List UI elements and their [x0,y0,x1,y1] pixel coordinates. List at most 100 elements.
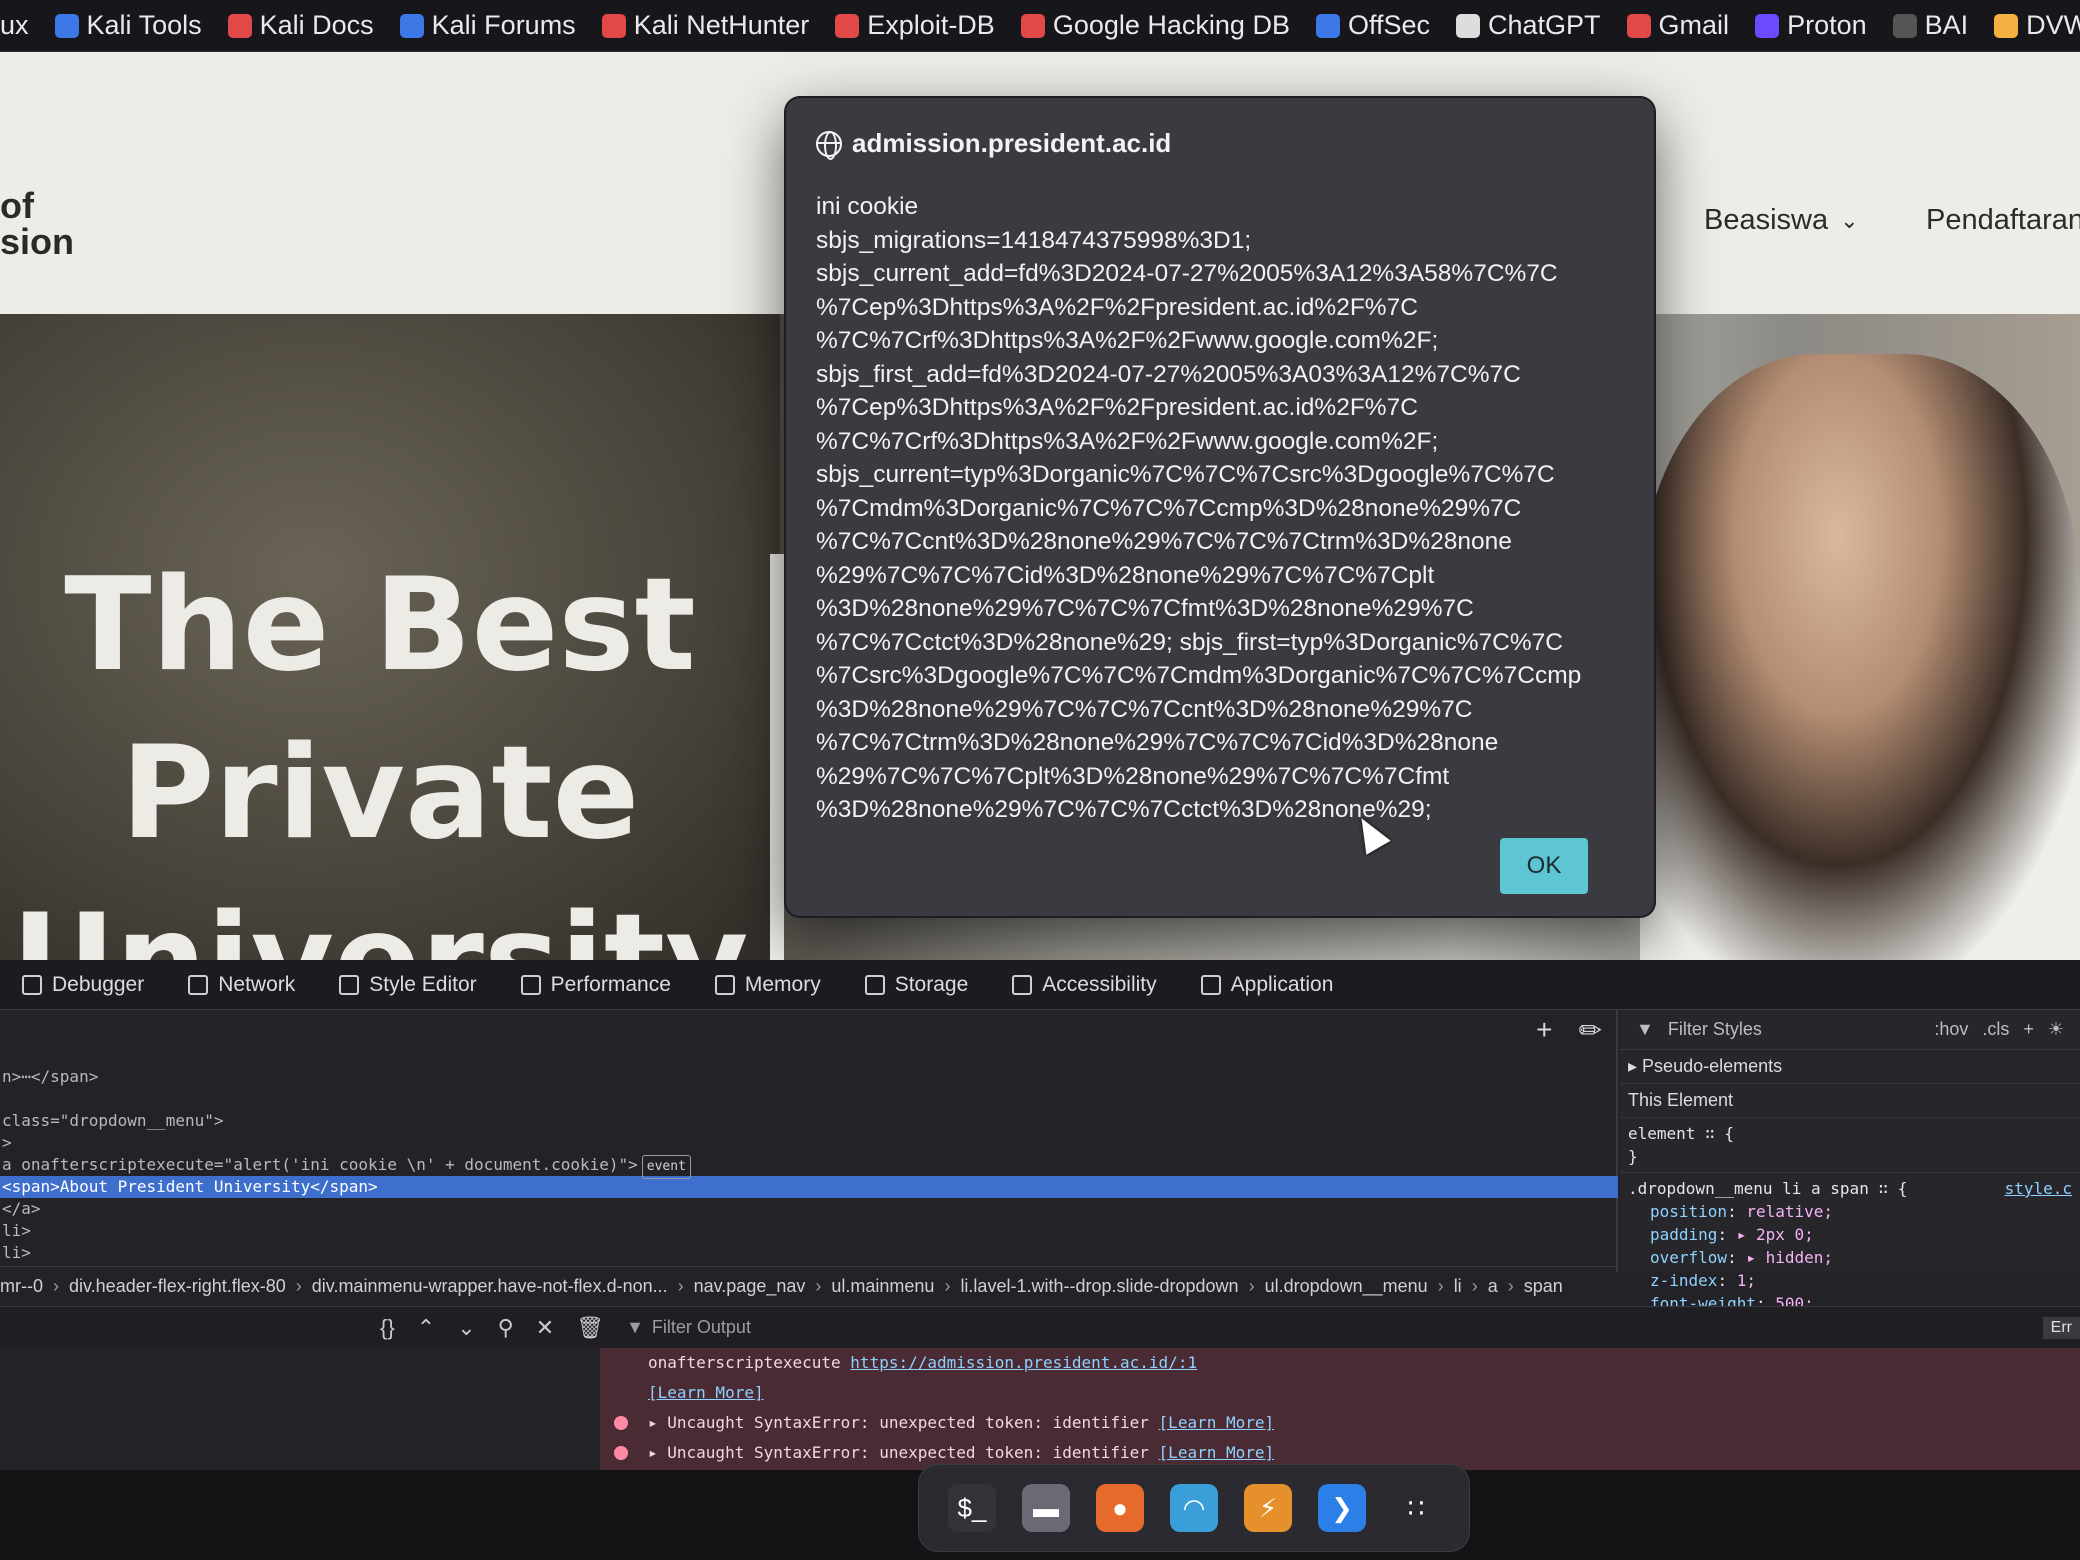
stylesheet-link[interactable]: style.c [2005,1177,2072,1200]
nav-beasiswa[interactable]: Beasiswa ⌄ [1704,204,1859,237]
bookmark-item[interactable]: Google Hacking DB [1008,0,1303,51]
firefox-icon[interactable]: ● [1096,1484,1144,1532]
pseudo-elements-toggle[interactable]: ▸ Pseudo-elements [1620,1050,2080,1084]
css-declaration[interactable]: padding: ▸ 2px 0; [1628,1223,2072,1246]
breadcrumb-item[interactable]: div.mainmenu-wrapper.have-not-flex.d-non… [312,1276,668,1297]
console-filter-input[interactable]: Filter Output [652,1317,751,1338]
bookmark-item[interactable]: Exploit-DB [822,0,1008,51]
markup-line[interactable]: n>⋯</span> [0,1066,1618,1088]
nav-pendaftaran[interactable]: Pendaftaran [1926,204,2080,237]
files-icon[interactable]: ▬ [1022,1484,1070,1532]
site-logo-text[interactable]: of sion [0,188,74,260]
bookmark-item[interactable]: BAI [1880,0,1982,51]
nav-pendaftaran-label: Pendaftaran [1926,204,2080,236]
css-declaration[interactable]: overflow: ▸ hidden; [1628,1246,2072,1269]
add-node-icon[interactable]: + [1536,1014,1552,1046]
tab-network[interactable]: Network [166,960,317,1010]
filter-styles-input[interactable]: Filter Styles [1668,1019,1762,1040]
tab-performance[interactable]: Performance [499,960,693,1010]
errors-filter-button[interactable]: Err [2042,1317,2080,1339]
terminal-icon[interactable]: $_ [948,1484,996,1532]
eyedropper-icon[interactable]: ✏ [1579,1014,1602,1047]
dialog-message-line: %7C%7Ctrm%3D%28none%29%7C%7C%7Cid%3D%28n… [816,729,1499,756]
bookmark-item[interactable]: OffSec [1303,0,1443,51]
tab-label: Performance [550,972,671,996]
console-filter[interactable]: ▼ Filter Output [626,1317,751,1338]
console-message: [Learn More] [600,1378,2080,1408]
css-value: relative; [1746,1202,1834,1221]
breadcrumb-item[interactable]: nav.page_nav [694,1276,806,1297]
breadcrumb-separator-icon: › [1507,1276,1514,1296]
vscode-icon[interactable]: ❯ [1318,1484,1366,1532]
tab-storage[interactable]: Storage [843,960,991,1010]
markup-line[interactable]: li> [0,1242,1618,1264]
markup-line-text: > [2,1133,12,1152]
breadcrumb-separator-icon: › [1248,1276,1255,1296]
ok-button[interactable]: OK [1500,838,1588,894]
breadcrumb-item[interactable]: a [1488,1276,1498,1297]
hov-toggle[interactable]: :hov [1934,1019,1968,1040]
breadcrumb-item[interactable]: ul.mainmenu [831,1276,934,1297]
dialog-origin: admission.president.ac.id [816,128,1172,160]
bookmark-item[interactable]: ux [0,0,42,51]
learn-more-link[interactable]: [Learn More] [1159,1413,1275,1432]
burp-icon[interactable]: ⚡ [1244,1484,1292,1532]
search-icon[interactable]: ⚲ [498,1315,514,1341]
dialog-message-line: ini cookie [816,193,919,220]
pretty-print-icon[interactable]: {} [380,1315,395,1341]
tab-label: Accessibility [1042,972,1157,996]
logo-line-1: of [0,185,34,226]
breadcrumb-item[interactable]: mr--0 [0,1276,43,1297]
markup-line[interactable] [0,1088,1618,1110]
css-declaration[interactable]: z-index: 1; [1628,1269,2072,1292]
tab-memory[interactable]: Memory [693,960,843,1010]
light-theme-icon[interactable]: ☀ [2048,1019,2064,1040]
breadcrumb-item[interactable]: li [1454,1276,1462,1297]
breadcrumb-item[interactable]: div.header-flex-right.flex-80 [69,1276,286,1297]
tab-accessibility[interactable]: Accessibility [990,960,1178,1010]
this-element-heading: This Element [1620,1084,2080,1118]
markup-line[interactable]: li> [0,1220,1618,1242]
breadcrumb-item[interactable]: ul.dropdown__menu [1265,1276,1428,1297]
app-grid-icon[interactable]: ∷ [1392,1484,1440,1532]
bookmark-item[interactable]: Kali Docs [215,0,387,51]
add-rule-icon[interactable]: + [2023,1019,2034,1040]
markup-line[interactable]: class="dropdown__menu"> [0,1110,1618,1132]
markup-line[interactable]: </a> [0,1198,1618,1220]
bookmark-item[interactable]: Kali Forums [387,0,589,51]
css-declaration[interactable]: position: relative; [1628,1200,2072,1223]
markup-line[interactable]: > [0,1132,1618,1154]
bookmark-item[interactable]: Kali Tools [42,0,215,51]
learn-more-link[interactable]: https://admission.president.ac.id/:1 [850,1353,1197,1372]
chevron-down-icon[interactable]: ⌄ [457,1315,475,1341]
network-tool-icon[interactable]: ◠ [1170,1484,1218,1532]
markup-line[interactable]: <span>About President University</span> [0,1176,1618,1198]
cls-toggle[interactable]: .cls [1982,1019,2009,1040]
bookmark-item[interactable]: Gmail [1614,0,1743,51]
breadcrumb-item[interactable]: li.lavel-1.with--drop.slide-dropdown [960,1276,1238,1297]
tab-style-editor[interactable]: Style Editor [317,960,498,1010]
bookmark-item[interactable]: Proton [1742,0,1880,51]
bookmark-label: ChatGPT [1488,10,1601,40]
bookmark-item[interactable]: DVWA [1981,0,2080,51]
close-icon[interactable]: ✕ [536,1315,554,1341]
learn-more-link[interactable]: [Learn More] [648,1383,764,1402]
bookmark-item[interactable]: ChatGPT [1443,0,1614,51]
breadcrumb-item[interactable]: span [1524,1276,1563,1297]
chevron-up-icon[interactable]: ⌃ [417,1315,435,1341]
bookmark-icon [227,13,252,38]
alert-dialog: admission.president.ac.id ini cookie sbjs… [786,98,1654,916]
tab-application[interactable]: Application [1179,960,1356,1010]
tab-debugger[interactable]: Debugger [0,960,166,1010]
dialog-origin-text: admission.president.ac.id [852,128,1172,158]
markup-line[interactable]: a onafterscriptexecute="alert('ini cooki… [0,1154,1618,1179]
tab-icon [22,974,42,995]
bookmark-item[interactable]: Kali NetHunter [589,0,823,51]
dialog-message-line: %29%7C%7C%7Cplt%3D%28none%29%7C%7C%7Cfmt [816,762,1450,790]
bookmark-icon [1315,13,1340,38]
event-badge[interactable]: event [641,1155,691,1179]
tab-label: Debugger [52,972,145,996]
trash-icon[interactable]: 🗑 [576,1315,604,1341]
tab-label: Application [1230,972,1334,996]
learn-more-link[interactable]: [Learn More] [1159,1443,1275,1462]
